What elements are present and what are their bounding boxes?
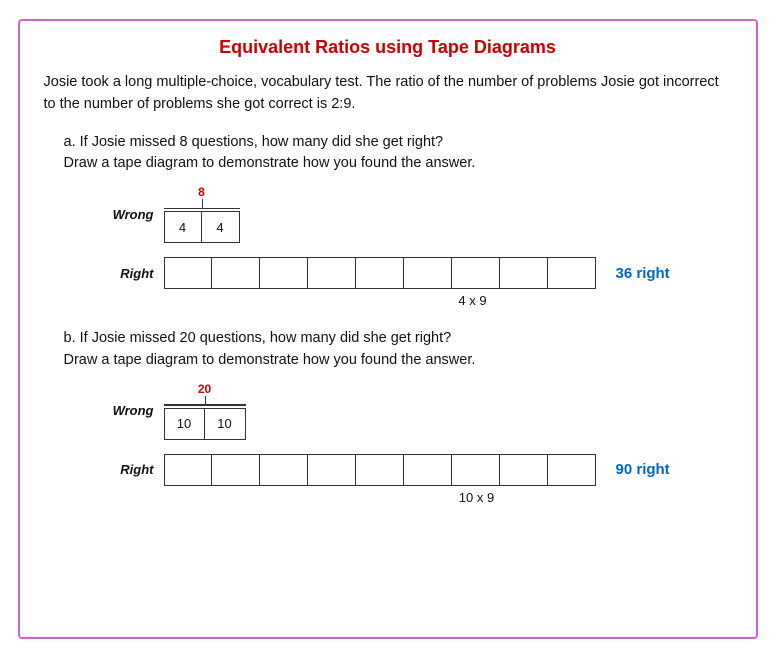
diagram-b: Wrong 20 10 10 [104, 382, 732, 486]
answer-b: 90 right [616, 461, 670, 478]
right-cell-a-3 [260, 257, 308, 289]
right-cell-b-6 [404, 454, 452, 486]
right-cell-b-7 [452, 454, 500, 486]
right-cell-b-2 [212, 454, 260, 486]
brace-num-b: 20 [198, 382, 211, 396]
question-a: a. If Josie missed 8 questions, how many… [64, 132, 732, 176]
wrong-label-a: Wrong [104, 207, 154, 222]
formula-a: 4 x 9 [214, 293, 732, 308]
right-label-b: Right [104, 462, 154, 477]
wrong-row-a: Wrong 8 4 4 [104, 185, 240, 243]
right-cell-b-4 [308, 454, 356, 486]
wrong-cells-b: 10 10 [164, 408, 246, 440]
intro-text: Josie took a long multiple-choice, vocab… [44, 72, 732, 116]
right-cell-a-7 [452, 257, 500, 289]
right-cell-a-9 [548, 257, 596, 289]
question-b: b. If Josie missed 20 questions, how man… [64, 328, 732, 372]
right-row-a: Right 36 right [104, 257, 670, 289]
question-b-text: b. If Josie missed 20 questions, how man… [64, 330, 476, 368]
wrong-row-b: Wrong 20 10 10 [104, 382, 246, 440]
brace-wrapper-a: 8 4 4 [164, 185, 240, 243]
wrong-cell-a-2: 4 [202, 211, 240, 243]
right-cell-b-1 [164, 454, 212, 486]
wrong-label-b: Wrong [104, 403, 154, 418]
brace-num-a: 8 [198, 185, 205, 199]
question-a-text: a. If Josie missed 8 questions, how many… [64, 134, 476, 172]
wrong-cell-b-1: 10 [164, 408, 205, 440]
main-container: Equivalent Ratios using Tape Diagrams Jo… [18, 19, 758, 639]
wrong-cell-b-2: 10 [205, 408, 246, 440]
page-title: Equivalent Ratios using Tape Diagrams [44, 37, 732, 58]
diagram-a: Wrong 8 4 4 [104, 185, 732, 289]
right-cell-b-8 [500, 454, 548, 486]
section-a: a. If Josie missed 8 questions, how many… [44, 132, 732, 309]
right-cell-b-3 [260, 454, 308, 486]
brace-wrapper-b: 20 10 10 [164, 382, 246, 440]
right-cell-a-5 [356, 257, 404, 289]
right-cell-a-2 [212, 257, 260, 289]
right-row-b: Right 90 right [104, 454, 670, 486]
right-cells-b [164, 454, 596, 486]
section-b: b. If Josie missed 20 questions, how man… [44, 328, 732, 505]
right-cell-a-4 [308, 257, 356, 289]
answer-a: 36 right [616, 265, 670, 282]
wrong-cell-a-1: 4 [164, 211, 202, 243]
formula-b: 10 x 9 [222, 490, 732, 505]
right-label-a: Right [104, 266, 154, 281]
right-cell-b-5 [356, 454, 404, 486]
right-cell-a-6 [404, 257, 452, 289]
right-cell-a-1 [164, 257, 212, 289]
right-cell-b-9 [548, 454, 596, 486]
right-cell-a-8 [500, 257, 548, 289]
right-cells-a [164, 257, 596, 289]
wrong-cells-a: 4 4 [164, 211, 240, 243]
